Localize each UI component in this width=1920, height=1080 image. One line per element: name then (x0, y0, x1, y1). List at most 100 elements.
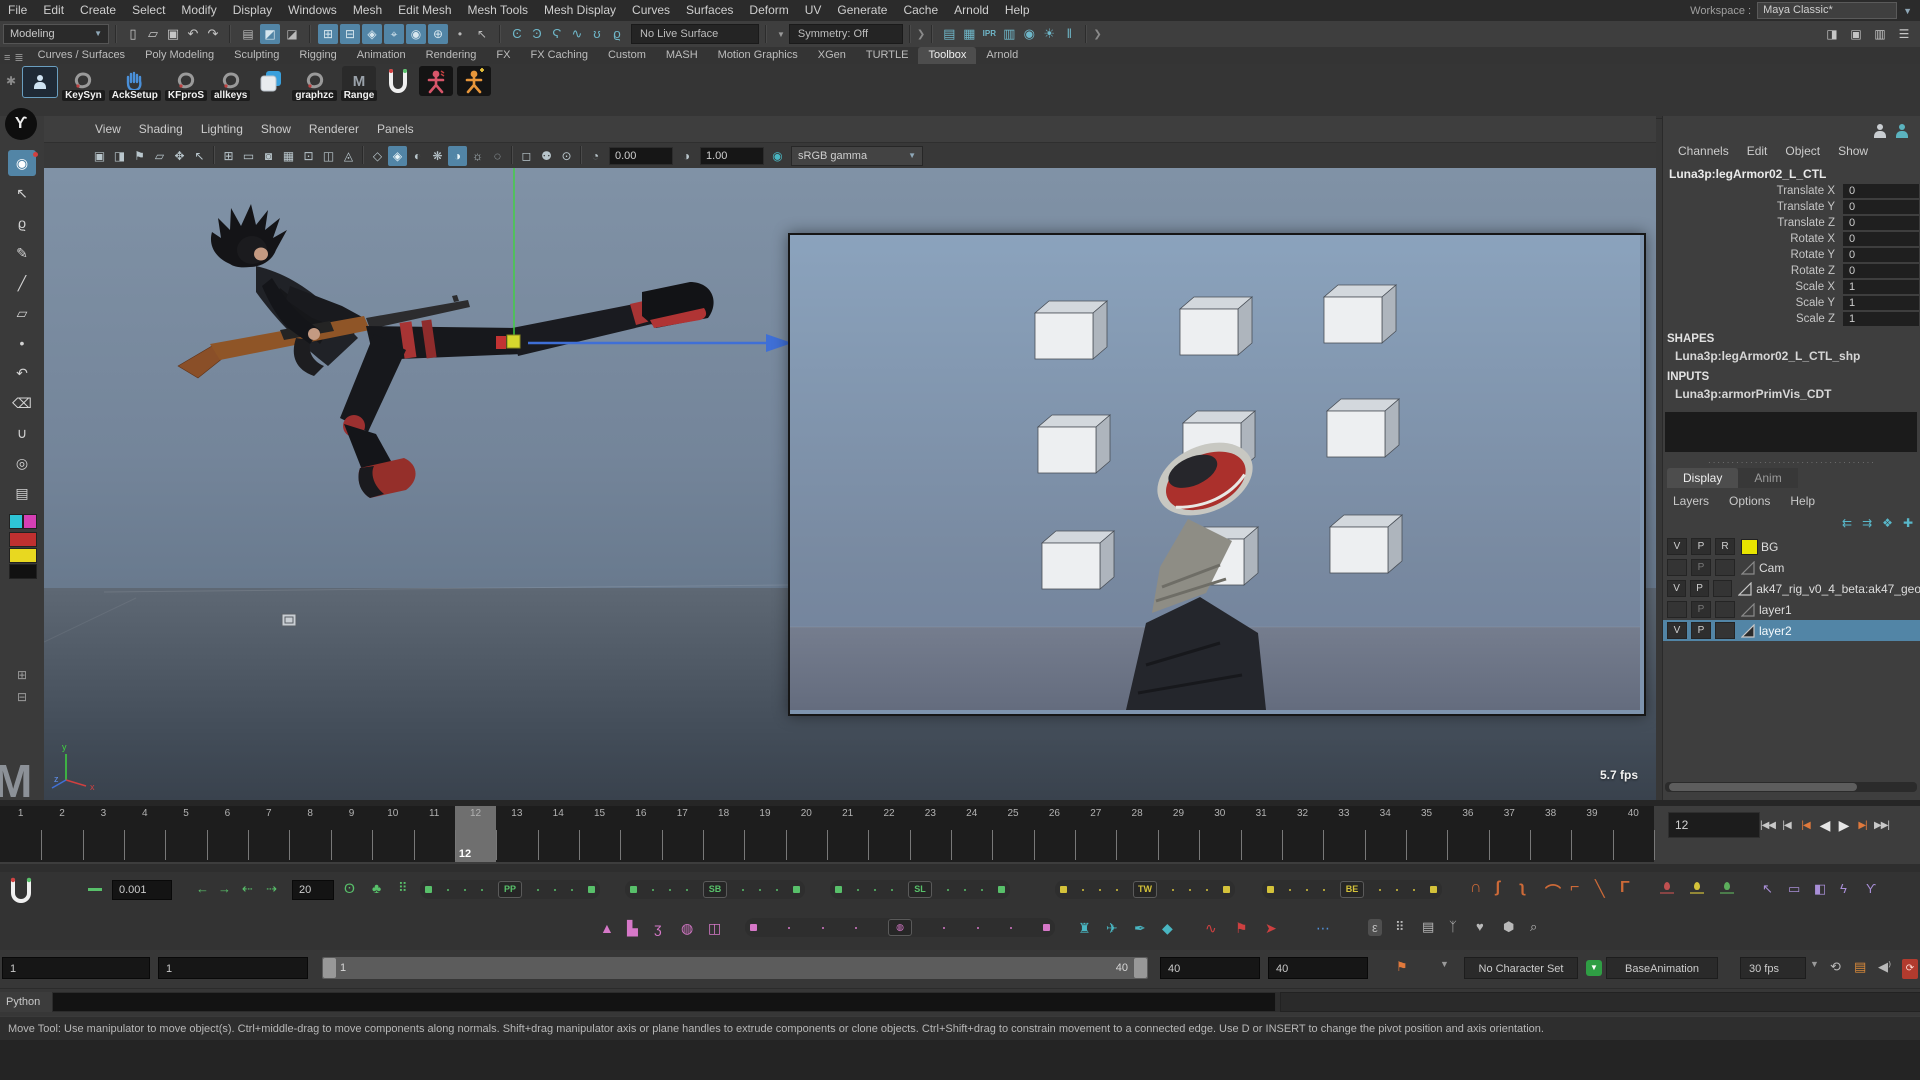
layer-type-icon[interactable] (1741, 624, 1756, 638)
frame-number[interactable]: 36 (1447, 808, 1488, 819)
attribute-name[interactable]: Rotate Z (1663, 265, 1843, 277)
attribute-value-field[interactable]: 1 (1843, 280, 1919, 294)
curve-wave-icon[interactable]: ∿ (567, 24, 587, 44)
frame-number[interactable]: 15 (579, 808, 620, 819)
layer-move-down-icon[interactable]: ⇉ (1862, 516, 1872, 530)
go-to-start-button[interactable]: |◀◀ (1758, 820, 1777, 831)
ghost-icon[interactable]: ◍ (888, 919, 912, 936)
frame-number[interactable]: 4 (124, 808, 165, 819)
character-model[interactable] (178, 204, 714, 498)
menu-cache[interactable]: Cache (895, 0, 946, 21)
toolbox-logo-icon[interactable]: ϒ (5, 108, 37, 140)
layer-p-toggle[interactable]: P (1691, 601, 1711, 618)
layer-name[interactable]: BG (1758, 540, 1778, 554)
dots-grid-icon[interactable]: ⠿ (1395, 919, 1405, 935)
frame-number[interactable]: 22 (868, 808, 909, 819)
ease-bell-icon[interactable]: ∩ (1470, 879, 1482, 897)
frame-number[interactable]: 1 (0, 808, 41, 819)
ease-s-icon[interactable]: ʃ (1495, 879, 1500, 897)
render-view-icon[interactable]: ▤ (939, 24, 959, 44)
frame-number[interactable]: 5 (165, 808, 206, 819)
frame-number[interactable]: 34 (1365, 808, 1406, 819)
frame-number[interactable]: 13 (496, 808, 537, 819)
input-node-name[interactable]: Luna3p:armorPrimVis_CDT (1663, 385, 1920, 403)
layer-v-toggle[interactable]: · (1667, 559, 1687, 576)
curve-edit-icon[interactable]: Ϛ (547, 24, 567, 44)
attribute-name[interactable]: Rotate Y (1663, 249, 1843, 261)
menu-edit[interactable]: Edit (35, 0, 72, 21)
frame-number[interactable]: 9 (331, 808, 372, 819)
frame-number[interactable]: 10 (372, 808, 413, 819)
attribute-name[interactable]: Scale X (1663, 281, 1843, 293)
shelf-tab-poly-modeling[interactable]: Poly Modeling (135, 47, 224, 64)
white-cube[interactable] (1330, 515, 1402, 573)
snap-point-icon[interactable]: ◈ (362, 24, 382, 44)
redo-icon[interactable]: ↷ (203, 24, 223, 44)
attribute-name[interactable]: Rotate X (1663, 233, 1843, 245)
slider-label[interactable]: TW (1133, 881, 1157, 898)
xray-joints-icon[interactable]: ⚉ (537, 146, 556, 166)
layer-p-toggle[interactable]: P (1691, 538, 1711, 555)
animation-end-field[interactable]: 40 (1268, 957, 1368, 979)
u-logo-icon[interactable] (8, 877, 34, 903)
attribute-value-field[interactable]: 0 (1843, 264, 1919, 278)
go-to-end-button[interactable]: ▶▶| (1872, 820, 1891, 831)
pick-walker-icon[interactable]: ᛉ (1449, 919, 1457, 934)
menu-uv[interactable]: UV (797, 0, 830, 21)
shelf-tab-toolbox[interactable]: Toolbox (918, 47, 976, 64)
exposure-field[interactable]: 0.00 (609, 147, 673, 165)
shadows-icon[interactable]: ◑ (448, 146, 467, 166)
flag-icon[interactable]: ⚑ (1235, 920, 1248, 937)
bookmark-icon[interactable]: ⚑ (130, 146, 149, 166)
panel-menu-shading[interactable]: Shading (130, 122, 192, 136)
frame-number[interactable]: 11 (414, 808, 455, 819)
collapse-arrow-icon[interactable]: ❯ (917, 29, 925, 40)
channel-box-menu-channels[interactable]: Channels (1669, 144, 1738, 158)
frame-number[interactable]: 28 (1116, 808, 1157, 819)
shelf-item-acksetup[interactable]: AckSetup (109, 66, 161, 112)
symmetry-field[interactable]: Symmetry: Off (789, 24, 903, 44)
live-surface-field[interactable]: No Live Surface (631, 24, 759, 44)
white-cube[interactable] (1035, 301, 1107, 359)
highlight-selection-icon[interactable]: ↖ (472, 24, 492, 44)
layer-r-toggle[interactable]: · (1713, 580, 1732, 597)
chevron-down-icon[interactable]: ▼ (1903, 6, 1912, 16)
layer-v-toggle[interactable]: · (1667, 601, 1687, 618)
menu-select[interactable]: Select (124, 0, 173, 21)
viewport-panel[interactable]: ViewShadingLightingShowRendererPanels ▣◨… (44, 116, 1656, 800)
attribute-value-field[interactable]: 0 (1843, 184, 1919, 198)
ease-hump-icon[interactable]: ⌒ (1545, 879, 1561, 903)
panel-menu-show[interactable]: Show (252, 122, 300, 136)
layer-r-toggle[interactable]: R (1715, 538, 1735, 555)
ease-plateau-icon[interactable]: ⌐ (1570, 879, 1579, 897)
layer-tab-anim[interactable]: Anim (1738, 468, 1797, 488)
construction-history-icon[interactable]: Ͼ (507, 24, 527, 44)
white-cube[interactable] (1327, 399, 1399, 457)
menu-create[interactable]: Create (72, 0, 124, 21)
layer-row[interactable]: ·P·Cam (1663, 557, 1920, 578)
safe-title-icon[interactable]: ◬ (339, 146, 358, 166)
xray-icon[interactable]: ◻ (517, 146, 536, 166)
anim-slider-pp[interactable]: PP (420, 880, 600, 899)
menu-curves[interactable]: Curves (624, 0, 678, 21)
loop-playback-icon[interactable]: ⟲ (1830, 959, 1841, 975)
shelf-item-graphzc[interactable]: graphzc (292, 66, 336, 112)
workspace-value[interactable]: Maya Classic* (1757, 2, 1897, 19)
tolerance-field[interactable]: 0.001 (112, 880, 172, 900)
color-swatch[interactable] (9, 548, 37, 563)
channel-box-icon[interactable]: ▥ (1870, 24, 1890, 44)
manipulator-center-red[interactable] (496, 336, 506, 349)
frame-number[interactable]: 29 (1158, 808, 1199, 819)
copy-next-key-icon[interactable]: ⇢ (266, 881, 277, 897)
feather-icon[interactable]: ✒ (1134, 920, 1146, 937)
frame-number[interactable]: 16 (620, 808, 661, 819)
shelf-tab-fx[interactable]: FX (486, 47, 520, 64)
layer-tab-display[interactable]: Display (1667, 468, 1738, 488)
panel-menu-renderer[interactable]: Renderer (300, 122, 368, 136)
ambient-occlusion-icon[interactable]: ☼ (468, 146, 487, 166)
shelf-item-range[interactable]: MRange (341, 66, 378, 112)
layer-p-toggle[interactable]: P (1690, 580, 1709, 597)
frame-number[interactable]: 26 (1034, 808, 1075, 819)
camera-attributes-icon[interactable]: ◨ (110, 146, 129, 166)
frame-number[interactable]: 38 (1530, 808, 1571, 819)
